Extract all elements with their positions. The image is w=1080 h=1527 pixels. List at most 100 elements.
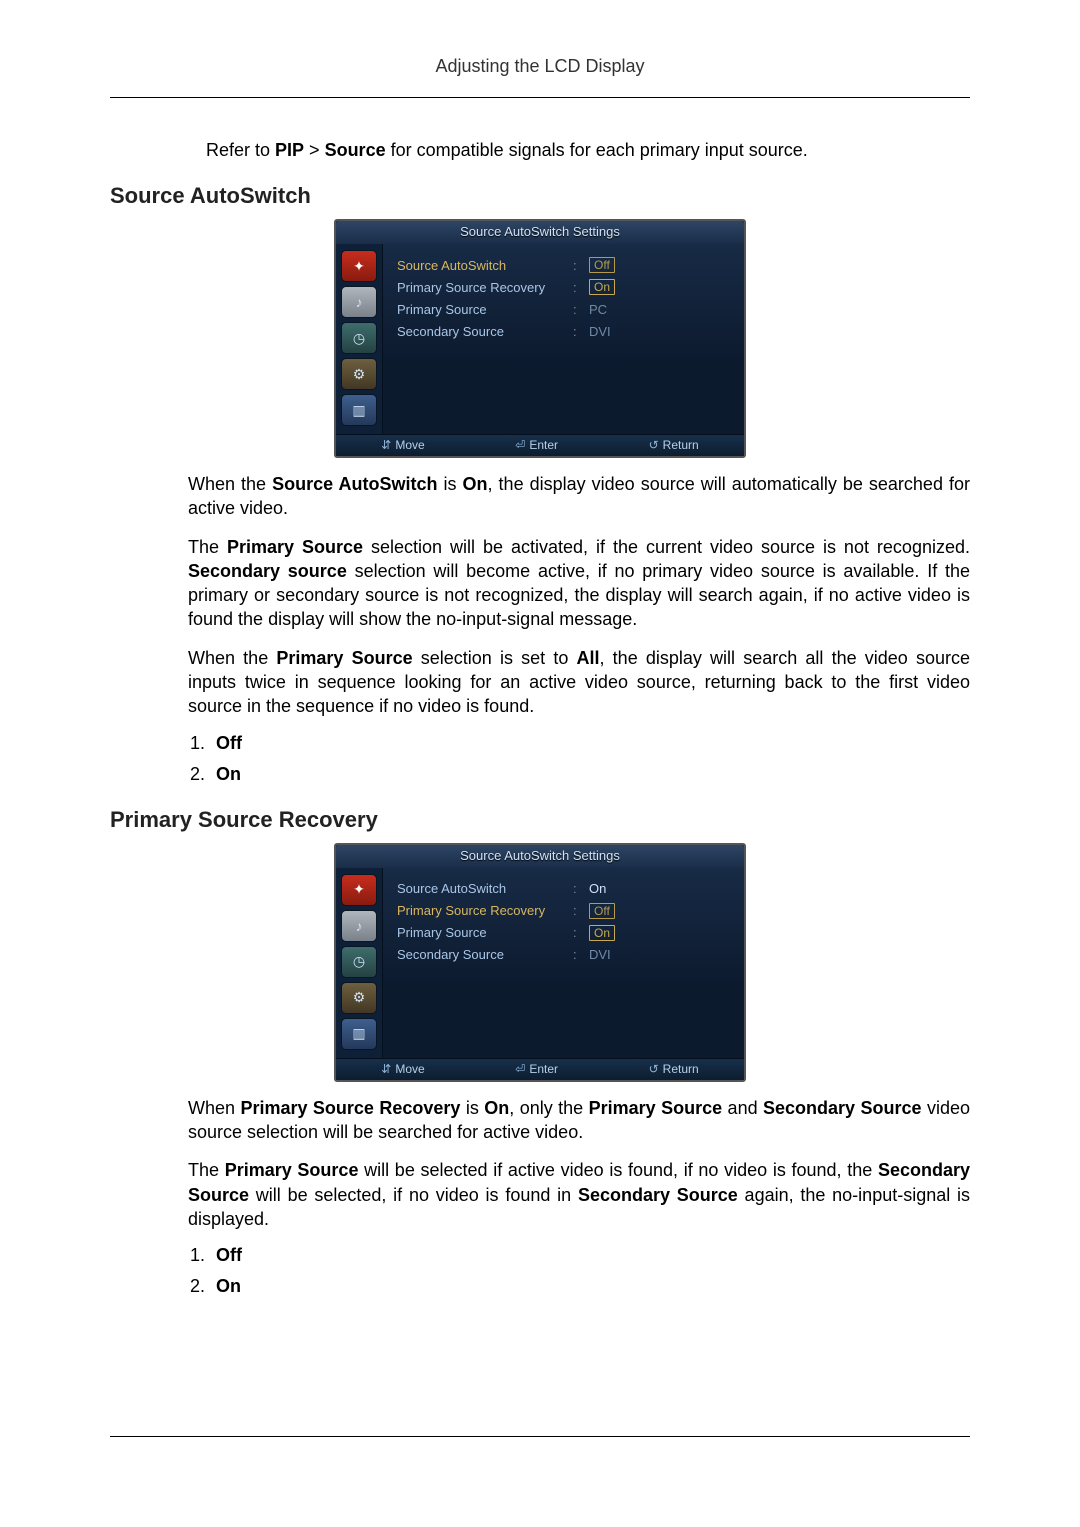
osd-list: Source AutoSwitch : Off Primary Source R… [383, 244, 744, 434]
osd-list: Source AutoSwitch : On Primary Source Re… [383, 868, 744, 1058]
option-off: Off [216, 733, 242, 753]
section-heading-source-autoswitch: Source AutoSwitch [110, 183, 970, 209]
colon: : [573, 302, 583, 317]
options-list: Off On [188, 1245, 970, 1297]
term-secondary-source: Secondary source [188, 561, 347, 581]
colon: : [573, 280, 583, 295]
osd-row-label: Primary Source [397, 302, 567, 317]
osd-row-value: PC [589, 302, 643, 317]
osd-row-primary-source-recovery[interactable]: Primary Source Recovery : Off [397, 900, 734, 922]
text: selection will be activated, if the curr… [363, 537, 970, 557]
osd-screenshot-source-autoswitch: Source AutoSwitch Settings ✦ ♪ ◷ ⚙ ▥ Sou… [110, 219, 970, 458]
osd-row-source-autoswitch[interactable]: Source AutoSwitch : On [397, 878, 734, 900]
option-on: On [216, 1276, 241, 1296]
picture-icon[interactable]: ✦ [341, 250, 377, 282]
osd-row-value: Off [589, 257, 643, 273]
osd-row-value: DVI [589, 324, 643, 339]
osd-hint-return: ↺Return [649, 438, 699, 452]
text: will be selected if active video is foun… [358, 1160, 877, 1180]
paragraph: The Primary Source will be selected if a… [188, 1158, 970, 1231]
osd-hint-move: ⇵Move [381, 438, 424, 452]
enter-icon: ⏎ [515, 1062, 525, 1076]
label: Return [663, 438, 699, 452]
text: > [304, 140, 325, 160]
sound-icon[interactable]: ♪ [341, 910, 377, 942]
intro-paragraph: Refer to PIP > Source for compatible sig… [206, 140, 970, 161]
osd-footer: ⇵Move ⏎Enter ↺Return [336, 434, 744, 456]
osd-screenshot-primary-source-recovery: Source AutoSwitch Settings ✦ ♪ ◷ ⚙ ▥ Sou… [110, 843, 970, 1082]
text: will be selected, if no video is found i… [249, 1185, 578, 1205]
osd-row-secondary-source[interactable]: Secondary Source : DVI [397, 320, 734, 342]
osd-row-value: On [589, 925, 643, 941]
osd-row-primary-source[interactable]: Primary Source : On [397, 922, 734, 944]
colon: : [573, 258, 583, 273]
text: , only the [509, 1098, 588, 1118]
paragraph: When the Source AutoSwitch is On, the di… [188, 472, 970, 521]
term-on: On [484, 1098, 509, 1118]
osd-selected-value: Off [589, 903, 615, 919]
text: When the [188, 648, 276, 668]
term-source-autoswitch: Source AutoSwitch [272, 474, 437, 494]
list-item: On [210, 1276, 970, 1297]
picture-icon[interactable]: ✦ [341, 874, 377, 906]
osd-selected-value: On [589, 279, 615, 295]
document-page: Adjusting the LCD Display Refer to PIP >… [0, 0, 1080, 1527]
text: is [437, 474, 462, 494]
colon: : [573, 324, 583, 339]
return-icon: ↺ [649, 1062, 659, 1076]
colon: : [573, 903, 583, 918]
text: When [188, 1098, 240, 1118]
osd-hint-return: ↺ Return [649, 1062, 699, 1076]
osd-row-value: On [589, 881, 643, 896]
section2-body: When Primary Source Recovery is On, only… [188, 1096, 970, 1297]
multi-icon[interactable]: ▥ [341, 394, 377, 426]
text: Refer to [206, 140, 275, 160]
options-list: Off On [188, 733, 970, 785]
osd-menu: Source AutoSwitch Settings ✦ ♪ ◷ ⚙ ▥ Sou… [334, 219, 746, 458]
list-item: Off [210, 1245, 970, 1266]
label: Enter [529, 438, 558, 452]
text: selection is set to [413, 648, 577, 668]
move-icon: ⇵ [381, 1062, 391, 1076]
settings-icon[interactable]: ⚙ [341, 358, 377, 390]
osd-row-label: Source AutoSwitch [397, 258, 567, 273]
osd-row-label: Primary Source [397, 925, 567, 940]
osd-hint-move: ⇵ Move [381, 1062, 424, 1076]
osd-row-primary-source-recovery[interactable]: Primary Source Recovery : On [397, 276, 734, 298]
osd-row-primary-source[interactable]: Primary Source : PC [397, 298, 734, 320]
term-primary-source-recovery: Primary Source Recovery [240, 1098, 460, 1118]
label: Enter [529, 1062, 558, 1076]
clock-icon[interactable]: ◷ [341, 322, 377, 354]
sound-icon[interactable]: ♪ [341, 286, 377, 318]
term-primary-source: Primary Source [276, 648, 412, 668]
option-on: On [216, 764, 241, 784]
text: The [188, 1160, 225, 1180]
colon: : [573, 881, 583, 896]
label: Move [395, 1062, 424, 1076]
osd-row-value: On [589, 279, 643, 295]
osd-icon-column: ✦ ♪ ◷ ⚙ ▥ [336, 244, 383, 434]
osd-menu: Source AutoSwitch Settings ✦ ♪ ◷ ⚙ ▥ Sou… [334, 843, 746, 1082]
term-primary-source: Primary Source [589, 1098, 723, 1118]
section-heading-primary-source-recovery: Primary Source Recovery [110, 807, 970, 833]
osd-title: Source AutoSwitch Settings [336, 845, 744, 868]
paragraph: When the Primary Source selection is set… [188, 646, 970, 719]
osd-selected-value: On [589, 925, 615, 941]
osd-row-secondary-source[interactable]: Secondary Source : DVI [397, 944, 734, 966]
text: and [722, 1098, 763, 1118]
list-item: Off [210, 733, 970, 754]
settings-icon[interactable]: ⚙ [341, 982, 377, 1014]
osd-hint-enter: ⏎ Enter [515, 1062, 558, 1076]
text: The [188, 537, 227, 557]
osd-row-label: Primary Source Recovery [397, 903, 567, 918]
term-on: On [463, 474, 488, 494]
osd-icon-column: ✦ ♪ ◷ ⚙ ▥ [336, 868, 383, 1058]
paragraph: When Primary Source Recovery is On, only… [188, 1096, 970, 1145]
clock-icon[interactable]: ◷ [341, 946, 377, 978]
osd-body: ✦ ♪ ◷ ⚙ ▥ Source AutoSwitch : Off Primar… [336, 244, 744, 434]
page-header: Adjusting the LCD Display [110, 56, 970, 83]
osd-selected-value: Off [589, 257, 615, 273]
label: Return [663, 1062, 699, 1076]
osd-row-source-autoswitch[interactable]: Source AutoSwitch : Off [397, 254, 734, 276]
multi-icon[interactable]: ▥ [341, 1018, 377, 1050]
